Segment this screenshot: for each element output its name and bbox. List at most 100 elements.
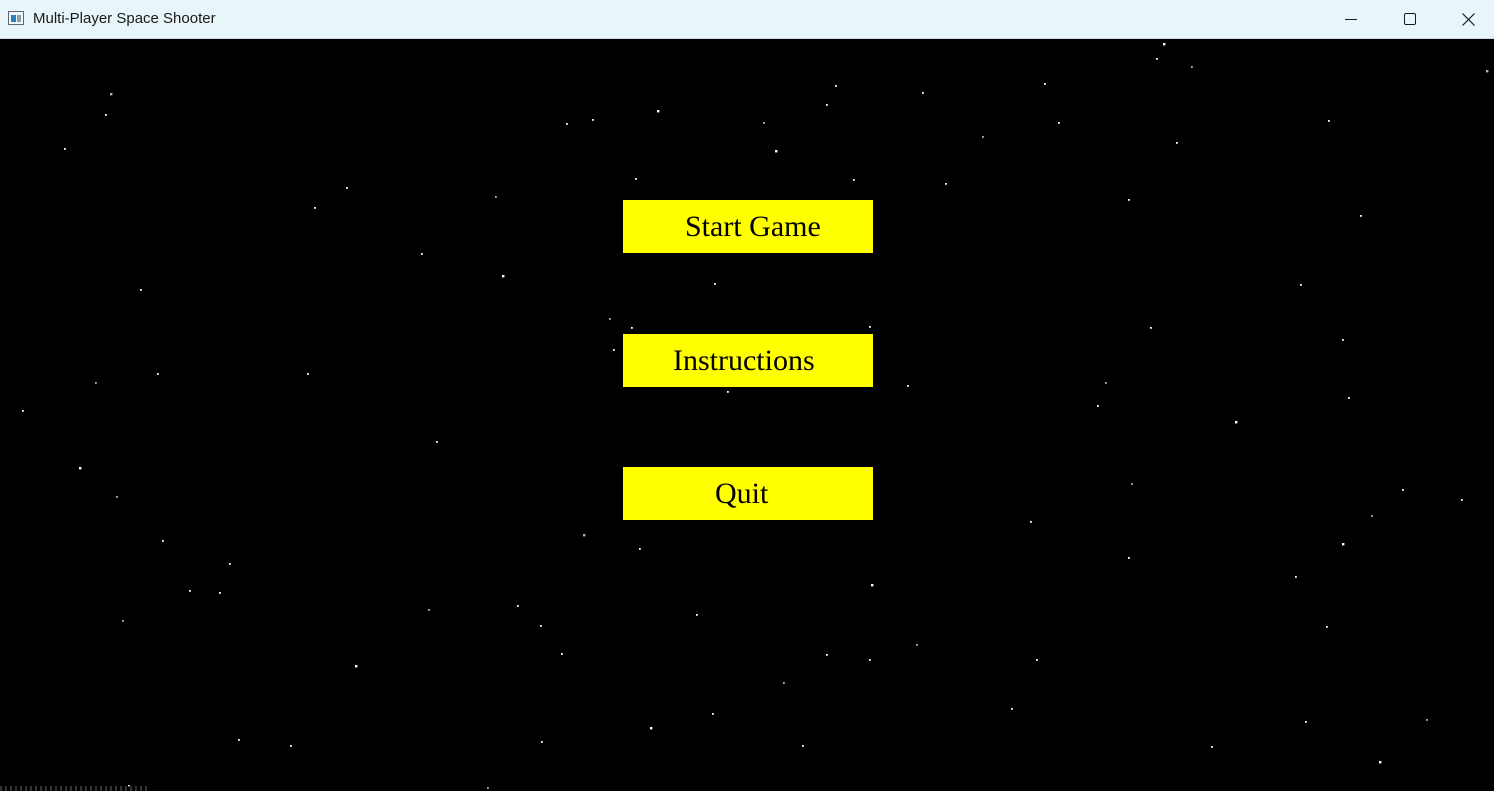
- star: [428, 609, 430, 611]
- game-canvas[interactable]: Start Game Instructions Quit: [0, 39, 1494, 791]
- star: [1295, 576, 1297, 578]
- star: [639, 548, 641, 550]
- star: [355, 665, 358, 668]
- star: [1156, 58, 1158, 60]
- star: [727, 391, 729, 393]
- star: [64, 148, 66, 150]
- star: [79, 467, 82, 470]
- star: [122, 620, 124, 622]
- star: [502, 275, 505, 278]
- star: [566, 123, 568, 125]
- maximize-icon: [1404, 13, 1416, 25]
- star: [541, 741, 543, 743]
- star: [346, 187, 348, 189]
- star: [1305, 721, 1307, 723]
- star: [238, 739, 240, 741]
- star: [487, 787, 489, 789]
- instructions-label: Instructions: [673, 344, 815, 377]
- star: [945, 183, 947, 185]
- star: [916, 644, 918, 646]
- star: [1360, 215, 1362, 217]
- star: [1105, 382, 1107, 384]
- star: [1235, 421, 1238, 424]
- star: [826, 104, 828, 106]
- star: [631, 327, 633, 329]
- star: [1011, 708, 1013, 710]
- star: [1348, 397, 1350, 399]
- star: [869, 326, 871, 328]
- star: [696, 614, 698, 616]
- star: [219, 592, 221, 594]
- star: [307, 373, 309, 375]
- star: [826, 654, 828, 656]
- star: [421, 253, 423, 255]
- star: [583, 534, 586, 537]
- star: [635, 178, 637, 180]
- star: [763, 122, 765, 124]
- star: [1058, 122, 1060, 124]
- star: [714, 283, 716, 285]
- star: [1402, 489, 1404, 491]
- star: [1211, 746, 1213, 748]
- star: [1191, 66, 1193, 68]
- star: [95, 382, 97, 384]
- star: [1163, 43, 1166, 46]
- minimize-button[interactable]: [1322, 0, 1380, 38]
- star: [1486, 70, 1489, 73]
- star: [609, 318, 611, 320]
- maximize-button[interactable]: [1381, 0, 1439, 38]
- minimize-icon: [1345, 19, 1357, 20]
- star: [907, 385, 909, 387]
- star: [314, 207, 316, 209]
- quit-button[interactable]: Quit: [623, 467, 873, 520]
- star: [1150, 327, 1152, 329]
- star: [1328, 120, 1330, 122]
- close-icon: [1461, 12, 1475, 26]
- star: [436, 441, 438, 443]
- star: [229, 563, 231, 565]
- star: [22, 410, 24, 412]
- star: [835, 85, 837, 87]
- star: [1326, 626, 1328, 628]
- star: [189, 590, 191, 592]
- star: [1300, 284, 1302, 286]
- star: [1036, 659, 1038, 661]
- star: [540, 625, 542, 627]
- star: [802, 745, 804, 747]
- close-button[interactable]: [1439, 0, 1494, 38]
- star: [1131, 483, 1133, 485]
- star: [1426, 719, 1428, 721]
- star: [613, 349, 615, 351]
- star: [783, 682, 785, 684]
- star: [1128, 199, 1130, 201]
- instructions-button[interactable]: Instructions: [623, 334, 873, 387]
- star: [592, 119, 594, 121]
- star: [1030, 521, 1032, 523]
- star: [1128, 557, 1130, 559]
- star: [1371, 515, 1373, 517]
- star: [1461, 499, 1463, 501]
- star: [1176, 142, 1178, 144]
- star: [140, 289, 142, 291]
- star: [869, 659, 871, 661]
- bottom-edge-artifact: [0, 786, 150, 791]
- start-game-button[interactable]: Start Game: [623, 200, 873, 253]
- star: [650, 727, 653, 730]
- star: [1097, 405, 1099, 407]
- star: [290, 745, 292, 747]
- star: [495, 196, 497, 198]
- starfield: [22, 43, 1489, 789]
- star: [775, 150, 778, 153]
- star: [116, 496, 118, 498]
- star: [105, 114, 107, 116]
- star: [922, 92, 924, 94]
- window-title: Multi-Player Space Shooter: [33, 10, 216, 27]
- star: [1044, 83, 1046, 85]
- star: [853, 179, 855, 181]
- title-bar[interactable]: Multi-Player Space Shooter: [0, 0, 1494, 39]
- star: [1379, 761, 1382, 764]
- start-game-label: Start Game: [685, 210, 821, 243]
- star: [517, 605, 519, 607]
- star: [162, 540, 164, 542]
- quit-label: Quit: [715, 477, 769, 510]
